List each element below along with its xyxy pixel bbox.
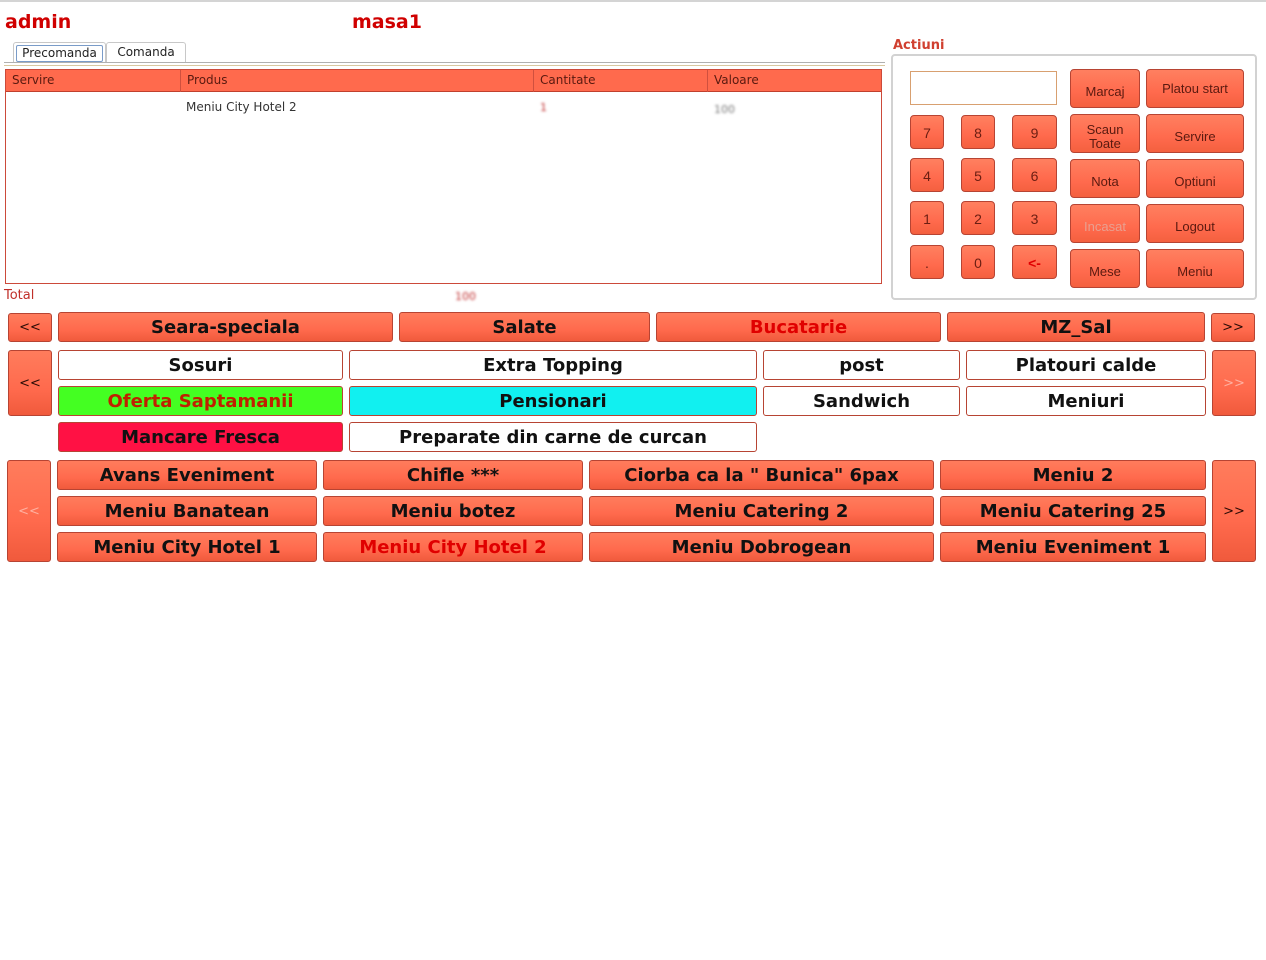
key-7[interactable]: 7 [910, 115, 944, 149]
subcategory-prev-button[interactable]: << [8, 350, 52, 416]
order-table[interactable]: Servire Produs Cantitate Valoare Meniu C… [5, 69, 882, 284]
column-header-servire[interactable]: Servire [6, 70, 181, 92]
product-meniu-botez[interactable]: Meniu botez [323, 496, 583, 526]
tab-comanda-label: Comanda [117, 45, 175, 59]
subcategory-pensionari[interactable]: Pensionari [349, 386, 757, 416]
category-bucatarie[interactable]: Bucatarie [656, 312, 941, 342]
cell-valoare: 100 [714, 103, 735, 116]
subcategory-mancare-fresca[interactable]: Mancare Fresca [58, 422, 343, 452]
column-header-cantitate[interactable]: Cantitate [534, 70, 708, 92]
quantity-input[interactable] [910, 71, 1057, 105]
key-5[interactable]: 5 [961, 158, 995, 192]
product-meniu-2[interactable]: Meniu 2 [940, 460, 1206, 490]
product-meniu-catering-25[interactable]: Meniu Catering 25 [940, 496, 1206, 526]
scaun-toate-line2: Toate [1089, 135, 1121, 151]
key-0[interactable]: 0 [961, 245, 995, 279]
product-meniu-dobrogean[interactable]: Meniu Dobrogean [589, 532, 934, 562]
key-4[interactable]: 4 [910, 158, 944, 192]
subcategory-next-button[interactable]: >> [1212, 350, 1256, 416]
total-value: 100 [455, 290, 476, 303]
total-label: Total [4, 288, 35, 303]
category-seara-speciala[interactable]: Seara-speciala [58, 312, 393, 342]
tab-divider-secondary [4, 65, 885, 66]
subcategory-sandwich[interactable]: Sandwich [763, 386, 960, 416]
product-meniu-catering-2[interactable]: Meniu Catering 2 [589, 496, 934, 526]
servire-button[interactable]: Servire [1146, 114, 1244, 153]
mese-button[interactable]: Mese [1070, 249, 1140, 288]
column-header-produs[interactable]: Produs [181, 70, 534, 92]
subcategory-sosuri[interactable]: Sosuri [58, 350, 343, 380]
tab-comanda[interactable]: Comanda [106, 42, 186, 63]
key-3[interactable]: 3 [1012, 201, 1057, 235]
tab-precomanda[interactable]: Precomanda [13, 42, 106, 63]
scaun-toate-button[interactable]: Scaun Toate [1070, 114, 1140, 153]
product-avans-eveniment[interactable]: Avans Eveniment [57, 460, 317, 490]
scaun-toate-line1: Scaun [1086, 121, 1124, 137]
key-6[interactable]: 6 [1012, 158, 1057, 192]
tab-divider [4, 62, 885, 63]
category-prev-button[interactable]: << [8, 313, 52, 342]
cell-produs: Meniu City Hotel 2 [186, 100, 297, 114]
table-row[interactable]: Meniu City Hotel 2 1 100 [6, 95, 881, 117]
platou-start-button[interactable]: Platou start [1146, 69, 1244, 108]
key-1[interactable]: 1 [910, 201, 944, 235]
key-dot[interactable]: . [910, 245, 944, 279]
actions-title: Actiuni [893, 38, 945, 53]
product-prev-button[interactable]: << [7, 460, 51, 562]
logout-button[interactable]: Logout [1146, 204, 1244, 243]
category-mz-sal[interactable]: MZ_Sal [947, 312, 1205, 342]
column-header-valoare[interactable]: Valoare [708, 70, 881, 92]
subcategory-extra-topping[interactable]: Extra Topping [349, 350, 757, 380]
optiuni-button[interactable]: Optiuni [1146, 159, 1244, 198]
subcategory-meniuri[interactable]: Meniuri [966, 386, 1206, 416]
tab-precomanda-label: Precomanda [16, 45, 103, 62]
key-8[interactable]: 8 [961, 115, 995, 149]
product-chifle[interactable]: Chifle *** [323, 460, 583, 490]
nota-button[interactable]: Nota [1070, 159, 1140, 198]
order-table-header: Servire Produs Cantitate Valoare [6, 70, 881, 92]
key-backspace[interactable]: <- [1012, 245, 1057, 279]
marcaj-button[interactable]: Marcaj [1070, 69, 1140, 108]
product-ciorba-bunica[interactable]: Ciorba ca la " Bunica" 6pax [589, 460, 934, 490]
product-next-button[interactable]: >> [1212, 460, 1256, 562]
key-9[interactable]: 9 [1012, 115, 1057, 149]
product-meniu-city-hotel-2[interactable]: Meniu City Hotel 2 [323, 532, 583, 562]
category-next-button[interactable]: >> [1211, 313, 1255, 342]
key-2[interactable]: 2 [961, 201, 995, 235]
top-border [0, 0, 1266, 2]
subcategory-preparate-curcan[interactable]: Preparate din carne de curcan [349, 422, 757, 452]
subcategory-platouri-calde[interactable]: Platouri calde [966, 350, 1206, 380]
category-salate[interactable]: Salate [399, 312, 650, 342]
cell-cantitate: 1 [540, 101, 547, 114]
subcategory-post[interactable]: post [763, 350, 960, 380]
subcategory-oferta-saptamanii[interactable]: Oferta Saptamanii [58, 386, 343, 416]
table-name: masa1 [352, 11, 422, 33]
user-name: admin [5, 11, 72, 33]
incasat-button[interactable]: Incasat [1070, 204, 1140, 243]
meniu-button[interactable]: Meniu [1146, 249, 1244, 288]
product-meniu-banatean[interactable]: Meniu Banatean [57, 496, 317, 526]
product-meniu-city-hotel-1[interactable]: Meniu City Hotel 1 [57, 532, 317, 562]
product-meniu-eveniment-1[interactable]: Meniu Eveniment 1 [940, 532, 1206, 562]
